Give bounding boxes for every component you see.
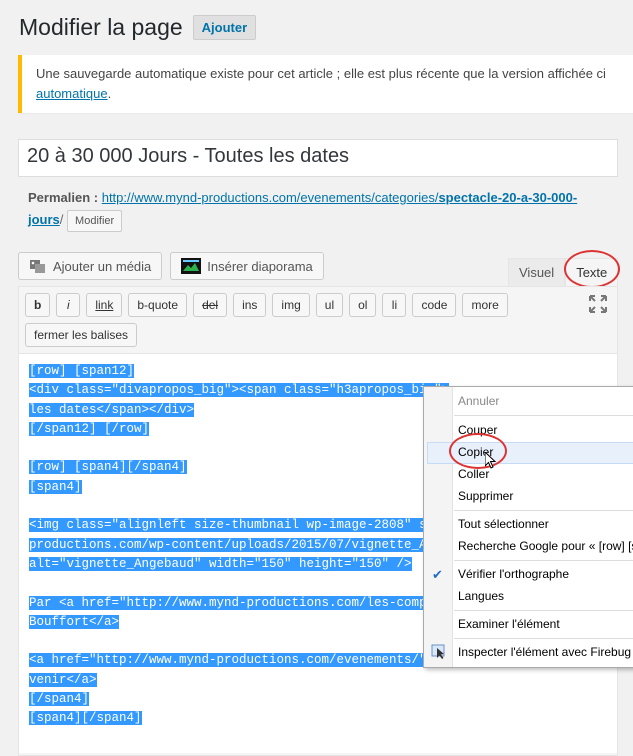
selected-text: [/span4] xyxy=(29,692,90,707)
slideshow-icon xyxy=(181,258,202,274)
add-media-button[interactable]: Ajouter un média xyxy=(18,252,163,280)
permalink-url[interactable]: http://www.mynd-productions.com/evenemen… xyxy=(102,190,577,205)
quicktag-ol[interactable]: ol xyxy=(349,293,377,317)
quicktag-ul[interactable]: ul xyxy=(315,293,344,317)
quicktag-ins[interactable]: ins xyxy=(233,293,267,317)
selected-text: les dates</span></div> xyxy=(29,402,195,417)
notice-text: Une sauvegarde automatique existe pour c… xyxy=(36,66,606,81)
quicktag-li[interactable]: li xyxy=(382,293,407,317)
code-line: [span4][/span4] xyxy=(29,709,607,728)
quicktag-img[interactable]: img xyxy=(272,293,310,317)
media-icon xyxy=(30,260,45,273)
selected-text: [row] [span12] xyxy=(29,364,135,378)
code-line: venir</a> xyxy=(29,671,607,690)
add-page-button[interactable]: Ajouter xyxy=(192,15,257,40)
code-line: [/span4] xyxy=(29,690,607,709)
menu-separator xyxy=(454,610,633,611)
menu-separator xyxy=(454,560,633,561)
selected-text: venir</a> xyxy=(29,672,97,687)
quicktag-i[interactable]: i xyxy=(56,293,81,317)
selected-text: [row] [span4][/span4] xyxy=(29,460,187,475)
code-line: [row] [span12] xyxy=(29,362,607,381)
selected-text: <img class="alignleft size-thumbnail wp-… xyxy=(29,518,457,533)
permalink-url-end[interactable]: jours xyxy=(28,212,60,227)
media-buttons: Ajouter un média Insérer diaporama xyxy=(18,252,324,280)
insert-slideshow-button[interactable]: Insérer diaporama xyxy=(170,252,324,280)
menu-item-select-all[interactable]: Tout sélectionner xyxy=(458,514,633,534)
notice-link-suffix: . xyxy=(107,86,112,101)
quicktag-fermer-les-balises[interactable]: fermer les balises xyxy=(25,323,138,347)
mouse-cursor-icon xyxy=(485,452,497,469)
quicktag-more[interactable]: more xyxy=(462,293,508,317)
selected-text: alt="vignette_Angebaud" width="150" heig… xyxy=(29,556,412,571)
quicktag-del[interactable]: del xyxy=(193,293,228,317)
permalink-edit-button[interactable]: Modifier xyxy=(67,209,123,232)
page-header: Modifier la page Ajouter xyxy=(19,14,257,41)
selected-text: [span4] xyxy=(29,479,82,494)
menu-separator xyxy=(454,510,633,511)
menu-item-delete[interactable]: Supprimer xyxy=(458,486,633,506)
permalink-label: Permalien : xyxy=(28,190,99,205)
permalink: Permalien : http://www.mynd-productions.… xyxy=(28,187,618,232)
selected-text: [/span12] [/row] xyxy=(29,421,150,436)
page-title: Modifier la page xyxy=(19,14,183,40)
menu-item-google-search[interactable]: Recherche Google pour « [row] [s xyxy=(458,536,633,556)
menu-item-spellcheck[interactable]: Vérifier l'orthographe xyxy=(458,564,633,584)
menu-separator xyxy=(454,415,633,416)
context-menu: Annuler Couper Copier Coller Supprimer T… xyxy=(423,386,633,668)
firebug-icon xyxy=(431,644,445,659)
notice-link[interactable]: automatique xyxy=(36,86,108,101)
fullscreen-icon[interactable] xyxy=(589,295,607,313)
tab-visual[interactable]: Visuel xyxy=(508,258,566,287)
selected-text: Par <a href="http://www.mynd-productions… xyxy=(29,595,457,610)
context-menu-gutter xyxy=(424,387,453,667)
insert-slideshow-label: Insérer diaporama xyxy=(207,258,313,274)
menu-separator xyxy=(454,638,633,639)
quicktag-b-quote[interactable]: b-quote xyxy=(128,293,188,317)
check-icon: ✔ xyxy=(432,567,443,582)
selected-text: <div class="divapropos_big"><span class=… xyxy=(29,383,450,398)
menu-item-inspect[interactable]: Examiner l'élément xyxy=(458,614,633,634)
highlight-oval-text-tab xyxy=(564,250,620,288)
selected-text: [span4][/span4] xyxy=(29,711,142,726)
menu-item-undo[interactable]: Annuler xyxy=(458,391,633,411)
quicktag-code[interactable]: code xyxy=(412,293,457,317)
quicktag-link[interactable]: link xyxy=(86,293,123,317)
post-title-input[interactable]: 20 à 30 000 Jours - Toutes les dates xyxy=(18,139,618,177)
menu-item-languages[interactable]: Langues xyxy=(458,586,633,606)
selected-text: productions.com/wp-content/uploads/2015/… xyxy=(29,537,457,552)
menu-item-firebug[interactable]: Inspecter l'élément avec Firebug xyxy=(458,642,633,662)
autosave-notice: Une sauvegarde automatique existe pour c… xyxy=(18,55,633,113)
selected-text: Bouffort</a> xyxy=(29,614,120,629)
quicktag-b[interactable]: b xyxy=(25,293,51,317)
highlight-oval-copy xyxy=(449,433,507,469)
add-media-label: Ajouter un média xyxy=(53,258,152,274)
quicktags-toolbar: b i link b-quote del ins img ul ol li code more ferm… xyxy=(25,293,585,347)
